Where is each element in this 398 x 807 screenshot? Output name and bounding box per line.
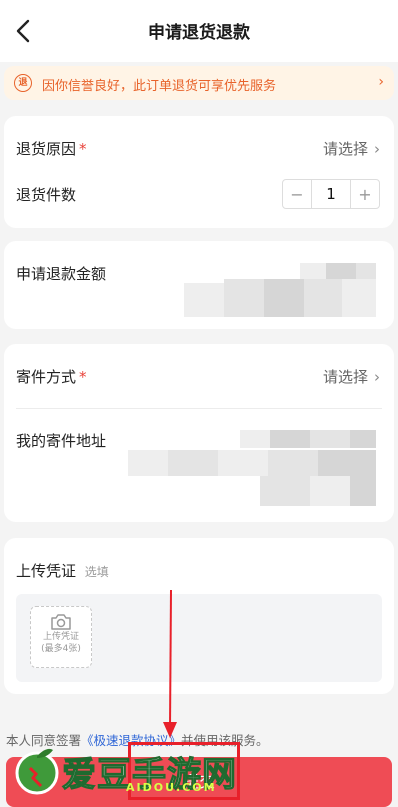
refund-amount-card: 申请退款金额 <box>4 241 394 329</box>
priority-service-banner[interactable]: 退 因你信誉良好，此订单退货可享优先服务 › <box>4 66 394 100</box>
increment-button[interactable]: + <box>351 185 379 204</box>
chevron-right-icon: › <box>374 140 380 158</box>
quantity-stepper: − 1 + <box>282 179 380 209</box>
chevron-right-icon: › <box>378 74 384 90</box>
decrement-button[interactable]: − <box>283 185 311 204</box>
refund-badge-icon: 退 <box>14 74 32 92</box>
watermark-logo-icon <box>15 748 59 795</box>
required-mark: * <box>79 140 87 158</box>
camera-icon <box>51 614 71 630</box>
return-reason-select[interactable]: 请选择 › <box>323 138 380 159</box>
shipping-card: 寄件方式 * 请选择 › 我的寄件地址 <box>4 344 394 522</box>
optional-tag: 选填 <box>84 565 109 579</box>
quantity-value[interactable]: 1 <box>311 180 351 208</box>
refund-amount-label: 申请退款金额 <box>16 265 107 283</box>
return-count-label: 退货件数 <box>16 186 77 204</box>
upload-limit: (最多4张) <box>41 644 81 654</box>
watermark-url: AIDOU.COM <box>126 781 217 794</box>
required-mark: * <box>79 368 87 386</box>
banner-text: 因你信誉良好，此订单退货可享优先服务 <box>42 79 277 94</box>
upload-area: 上传凭证 (最多4张) <box>16 594 382 682</box>
page-title: 申请退货退款 <box>148 23 250 43</box>
shipping-method-label: 寄件方式 * <box>16 368 87 386</box>
divider <box>16 408 382 409</box>
chevron-right-icon: › <box>374 368 380 386</box>
return-reason-label: 退货原因 * <box>16 140 87 158</box>
upload-card: 上传凭证 选填 上传凭证 (最多4张) <box>4 538 394 694</box>
upload-button[interactable]: 上传凭证 (最多4张) <box>30 606 92 668</box>
top-bar: 申请退货退款 <box>0 0 398 62</box>
shipping-address-label: 我的寄件地址 <box>16 432 107 450</box>
annotation-arrow-icon <box>163 590 177 738</box>
return-info-card: 退货原因 * 请选择 › 退货件数 − 1 + <box>4 116 394 228</box>
shipping-method-select[interactable]: 请选择 › <box>323 366 380 387</box>
upload-label: 上传凭证 <box>42 632 79 642</box>
upload-title: 上传凭证 选填 <box>16 562 109 580</box>
